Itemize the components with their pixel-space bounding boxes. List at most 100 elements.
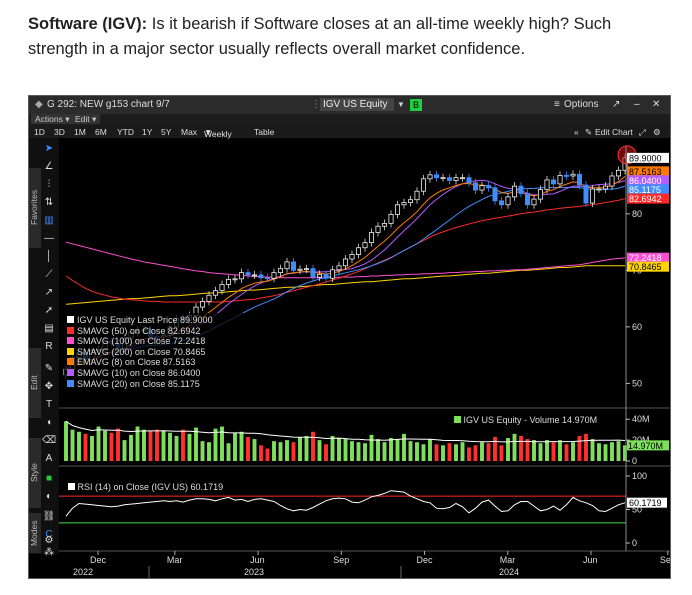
candle-body <box>615 169 622 177</box>
legend-text: SMAVG (200) on Close 70.8465 <box>77 346 206 357</box>
volume-bar <box>77 431 81 461</box>
x-month-label: Jun <box>583 555 598 565</box>
candle-body <box>251 274 258 277</box>
candle-body <box>583 184 589 204</box>
legend-swatch <box>67 379 74 387</box>
volume-bar <box>168 432 172 461</box>
x-month-label: Sep <box>333 555 349 565</box>
volume-bar <box>382 442 387 461</box>
volume-bar <box>369 434 374 461</box>
volume-bar <box>96 426 101 461</box>
volume-bar <box>278 442 283 461</box>
candle-body <box>238 272 245 280</box>
volume-bar <box>532 440 536 461</box>
volume-bar <box>480 442 484 461</box>
candle-body <box>219 284 225 292</box>
candle-body <box>388 213 394 224</box>
candle-body <box>531 198 537 206</box>
volume-bar <box>421 444 426 461</box>
legend-row[interactable]: SMAVG (20) on Close 85.1175 <box>67 379 247 390</box>
volume-bar <box>538 443 543 461</box>
legend-row[interactable]: SMAVG (100) on Close 72.2418 <box>67 336 247 347</box>
candle-body <box>284 261 290 270</box>
volume-bar <box>161 430 166 461</box>
candle-body <box>505 196 511 206</box>
candle-body <box>466 177 472 184</box>
volume-bar <box>395 439 400 461</box>
legend-row[interactable]: EMAVG (8) on Close 87.5163 <box>67 357 247 368</box>
candle-body <box>245 272 251 276</box>
volume-bar <box>376 439 380 461</box>
volume-bar <box>564 444 569 461</box>
x-month-label: Sep <box>660 555 670 565</box>
legend-swatch <box>67 326 74 334</box>
candle-body <box>212 290 219 296</box>
candle-body <box>576 173 583 186</box>
candle-body <box>440 177 446 180</box>
candle-body <box>602 185 609 190</box>
rsi-line <box>65 490 626 517</box>
volume-bar <box>389 438 393 461</box>
candle-body <box>362 242 368 249</box>
candle-body <box>303 268 310 271</box>
volume-bar <box>610 442 614 461</box>
volume-bar <box>155 429 159 461</box>
candle-body <box>394 204 401 215</box>
legend-row[interactable]: SMAVG (200) on Close 70.8465 <box>67 347 247 358</box>
volume-bar <box>116 428 120 461</box>
caption: Software (IGV): Is it bearish if Softwar… <box>28 12 668 62</box>
legend-text: SMAVG (100) on Close 72.2418 <box>77 336 206 347</box>
x-year-label: 2024 <box>499 567 519 577</box>
volume-bar <box>363 443 367 461</box>
volume-bar <box>597 443 601 461</box>
volume-bar <box>259 445 263 461</box>
candle-body <box>310 268 316 278</box>
candle-body <box>342 258 349 267</box>
volume-bar <box>272 441 276 461</box>
legend-text: SMAVG (20) on Close 85.1175 <box>77 378 200 389</box>
rsi-panel <box>59 490 626 524</box>
volume-flag-label: 14.970M <box>628 441 663 451</box>
volume-bar <box>415 442 419 461</box>
volume-bar <box>343 439 348 461</box>
candle-body <box>609 175 615 187</box>
volume-bar <box>304 435 309 461</box>
x-month-label: Mar <box>167 555 183 565</box>
legend-row[interactable]: IGV US Equity Last Price 89.9000 <box>67 315 247 326</box>
volume-bar <box>135 426 140 461</box>
volume-bar <box>174 435 179 461</box>
candle-body <box>225 278 232 285</box>
volume-bar <box>148 430 153 461</box>
candle-body <box>459 177 466 180</box>
chart-window: ◆ G 292: NEW g153 chart 9/7 ⋮ IGV US Equ… <box>28 95 671 579</box>
volume-bar <box>239 431 244 461</box>
x-month-label: Mar <box>500 555 516 565</box>
volume-bar <box>434 444 439 461</box>
candle-body <box>433 174 440 179</box>
volume-bar <box>207 442 211 461</box>
volume-bar <box>356 442 361 461</box>
price-legend: IGV US Equity Last Price 89.9000 SMAVG (5… <box>64 313 250 392</box>
legend-swatch <box>67 358 74 366</box>
volume-bar <box>233 432 237 461</box>
volume-bar <box>246 436 250 461</box>
candle-body <box>427 174 433 180</box>
price-flag-label: 89.9000 <box>629 153 662 163</box>
volume-bar <box>545 440 549 461</box>
legend-row[interactable]: SMAVG (10) on Close 86.0400 <box>67 368 247 379</box>
candle-body <box>524 193 531 206</box>
legend-text: IGV US Equity Last Price 89.9000 <box>77 315 213 325</box>
x-year-label: 2023 <box>244 567 264 577</box>
legend-swatch <box>67 337 74 345</box>
candle-body <box>401 202 407 206</box>
volume-bar <box>402 433 406 461</box>
candle-body <box>258 274 264 279</box>
volume-swatch <box>454 416 461 423</box>
volume-bar <box>519 435 523 461</box>
legend-row[interactable]: SMAVG (50) on Close 82.6942 <box>67 326 247 337</box>
volume-bar <box>265 448 270 461</box>
price-flag-label: 70.8465 <box>629 262 662 272</box>
candle-body <box>375 225 381 233</box>
volume-bar <box>200 441 205 461</box>
volume-bar <box>64 421 68 461</box>
